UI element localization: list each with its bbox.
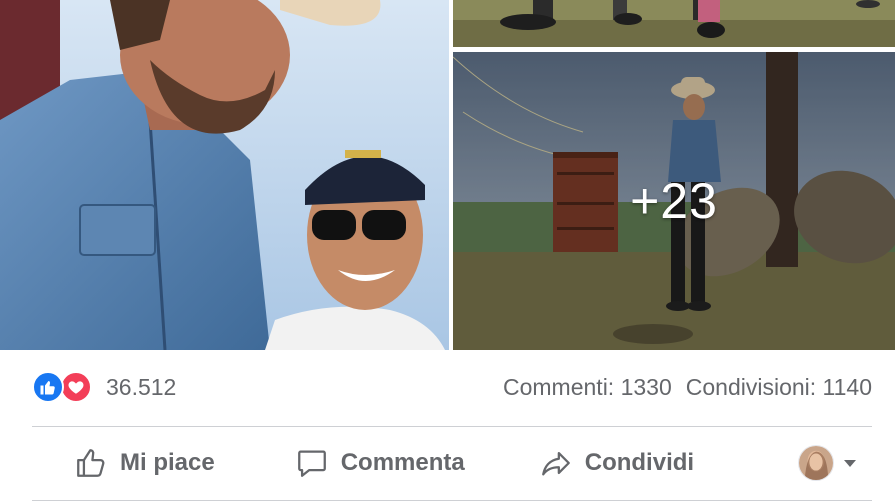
react-as-selector[interactable]: [798, 445, 856, 481]
reaction-count: 36.512: [106, 373, 177, 400]
share-arrow-icon: [541, 451, 570, 476]
post-stats-bar: 36.512 Commenti: 1330 Condivisioni: 1140: [32, 364, 872, 410]
main-photo[interactable]: [0, 0, 449, 350]
share-button[interactable]: Condividi: [539, 446, 694, 480]
comments-count-link[interactable]: Commenti: 1330: [503, 374, 672, 401]
like-button-label: Mi piace: [120, 449, 215, 476]
avatar: [798, 445, 834, 481]
more-photos-overlay: +23: [453, 52, 895, 350]
reactions-summary[interactable]: 36.512: [32, 371, 176, 403]
main-photo-image: [0, 0, 449, 350]
photo-grid: +23: [0, 0, 895, 350]
share-button-label: Condividi: [584, 449, 695, 476]
shares-count-link[interactable]: Condivisioni: 1140: [686, 374, 872, 401]
engagement-counts: Commenti: 1330 Condivisioni: 1140: [503, 374, 872, 401]
divider: [32, 500, 872, 501]
more-photos-tile[interactable]: +23: [453, 52, 895, 350]
thumbs-up-icon: [77, 449, 105, 477]
comment-bubble-icon: [297, 450, 326, 477]
like-button[interactable]: Mi piace: [74, 446, 215, 480]
post-action-bar: Mi piace Commenta Condividi: [32, 428, 872, 498]
comment-button-label: Commenta: [340, 449, 465, 476]
secondary-photo[interactable]: [453, 0, 895, 47]
secondary-photo-image: [453, 0, 895, 47]
chevron-down-icon: [844, 459, 856, 467]
more-photos-count: +23: [630, 173, 718, 229]
facebook-post: +23 36.512 Commenti: 1330 Condivisioni: …: [0, 0, 895, 503]
love-reaction-icon: [60, 371, 92, 403]
divider: [32, 426, 872, 427]
comment-button[interactable]: Commenta: [295, 446, 465, 480]
like-reaction-icon: [32, 371, 64, 403]
